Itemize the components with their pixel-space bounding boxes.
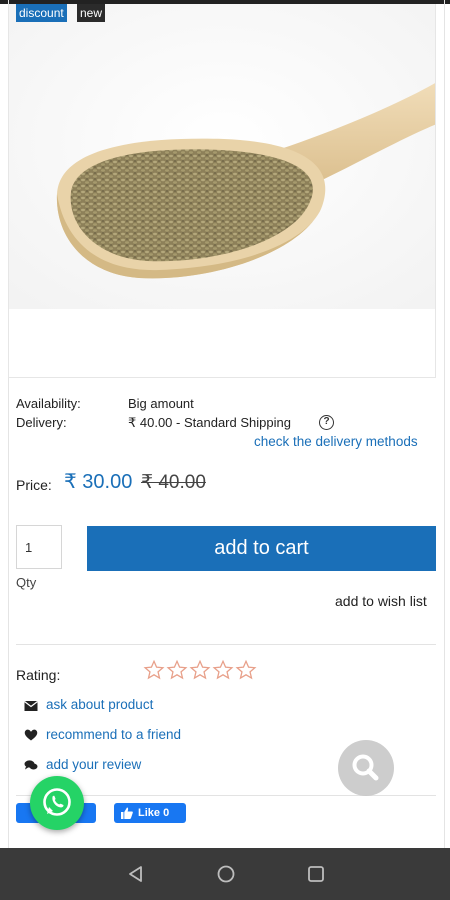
discount-badge: discount [16,4,67,22]
price-label: Price: [16,477,52,493]
heart-icon [24,729,38,741]
new-badge: new [77,4,106,22]
android-navigation-bar [0,848,450,900]
rating-stars[interactable] [143,659,257,681]
availability-value: Big amount [128,396,194,411]
back-icon[interactable] [124,862,148,886]
old-price: ₹ 40.00 [141,472,206,493]
whatsapp-chat-button[interactable] [30,776,84,830]
home-icon[interactable] [214,862,238,886]
availability-label: Availability: [16,396,81,411]
divider [16,644,436,645]
delivery-methods-link[interactable]: check the delivery methods [254,434,418,449]
add-to-wishlist-link[interactable]: add to wish list [335,593,427,609]
search-icon [352,754,379,781]
rating-label: Rating: [16,667,61,683]
add-to-cart-button[interactable]: add to cart [87,526,436,571]
star-icon[interactable] [143,659,165,681]
quantity-label: Qty [16,575,37,590]
comments-icon [24,760,38,770]
help-icon[interactable]: ? [319,415,334,430]
product-photo [9,4,435,377]
product-image[interactable] [8,4,436,378]
star-icon[interactable] [235,659,257,681]
add-review-link[interactable]: add your review [46,757,141,772]
like-count: Like 0 [138,807,170,819]
star-icon[interactable] [189,659,211,681]
quantity-input[interactable] [16,525,62,569]
search-button[interactable] [338,740,394,796]
star-icon[interactable] [166,659,188,681]
delivery-label: Delivery: [16,415,67,430]
delivery-value: ₹ 40.00 - Standard Shipping [128,415,291,430]
star-icon[interactable] [212,659,234,681]
current-price: ₹ 30.00 [64,471,133,493]
ask-about-product-link[interactable]: ask about product [46,697,153,712]
recommend-to-friend-link[interactable]: recommend to a friend [46,727,181,742]
facebook-like-button[interactable]: Like 0 [114,803,186,823]
recent-apps-icon[interactable] [304,862,328,886]
thumbs-up-icon [121,807,133,819]
envelope-icon [24,701,38,711]
whatsapp-icon [43,788,71,816]
